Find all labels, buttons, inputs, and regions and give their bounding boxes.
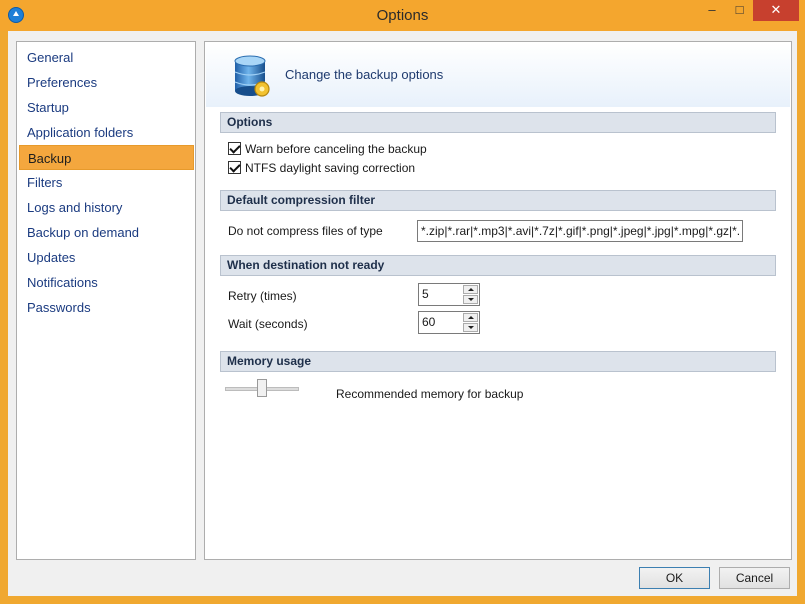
title-bar[interactable]: Options – □ ✕ — [0, 0, 805, 31]
section-memory: Memory usage — [220, 351, 776, 372]
retry-value[interactable]: 5 — [422, 287, 429, 301]
panel-title: Change the backup options — [285, 67, 444, 82]
sidebar-item-logs-and-history[interactable]: Logs and history — [19, 195, 194, 220]
warn-cancel-label: Warn before canceling the backup — [245, 142, 427, 156]
sidebar-item-startup[interactable]: Startup — [19, 95, 194, 120]
memory-slider[interactable] — [225, 378, 337, 402]
warn-cancel-checkbox-row[interactable]: Warn before canceling the backup — [228, 141, 427, 159]
memory-slider-label: Recommended memory for backup — [336, 387, 524, 401]
backup-options-panel: Change the backup options Options Warn b… — [204, 41, 792, 560]
options-window: Options – □ ✕ General Preferences Startu… — [0, 0, 805, 604]
sidebar-item-backup[interactable]: Backup — [19, 145, 194, 170]
close-button[interactable]: ✕ — [753, 0, 799, 21]
retry-increment-button[interactable] — [463, 285, 478, 294]
warn-cancel-checkbox[interactable] — [228, 142, 241, 155]
retry-stepper-buttons — [463, 285, 478, 304]
sidebar-item-notifications[interactable]: Notifications — [19, 270, 194, 295]
wait-label: Wait (seconds) — [228, 317, 308, 331]
retry-stepper[interactable]: 5 — [418, 283, 480, 306]
dialog-client: General Preferences Startup Application … — [8, 31, 797, 596]
compression-types-input[interactable]: *.zip|*.rar|*.mp3|*.avi|*.7z|*.gif|*.png… — [417, 220, 743, 242]
sidebar-item-general[interactable]: General — [19, 45, 194, 70]
panel-header: Change the backup options — [206, 43, 790, 107]
ntfs-dst-label: NTFS daylight saving correction — [245, 161, 416, 175]
ntfs-dst-checkbox[interactable] — [228, 161, 241, 174]
wait-stepper-buttons — [463, 313, 478, 332]
wait-stepper[interactable]: 60 — [418, 311, 480, 334]
ok-button[interactable]: OK — [639, 567, 710, 589]
sidebar-item-backup-on-demand[interactable]: Backup on demand — [19, 220, 194, 245]
wait-decrement-button[interactable] — [463, 323, 478, 332]
section-options: Options — [220, 112, 776, 133]
window-title: Options — [376, 7, 429, 24]
sidebar-item-filters[interactable]: Filters — [19, 170, 194, 195]
sidebar-item-application-folders[interactable]: Application folders — [19, 120, 194, 145]
sidebar-item-preferences[interactable]: Preferences — [19, 70, 194, 95]
database-gear-icon — [234, 55, 270, 97]
retry-decrement-button[interactable] — [463, 295, 478, 304]
minimize-button[interactable]: – — [698, 0, 726, 21]
section-destination: When destination not ready — [220, 255, 776, 276]
wait-value[interactable]: 60 — [422, 315, 435, 329]
section-compression: Default compression filter — [220, 190, 776, 211]
options-sidebar: General Preferences Startup Application … — [16, 41, 196, 560]
cancel-button[interactable]: Cancel — [719, 567, 790, 589]
wait-increment-button[interactable] — [463, 313, 478, 322]
sidebar-item-updates[interactable]: Updates — [19, 245, 194, 270]
compression-label: Do not compress files of type — [228, 224, 383, 238]
sidebar-item-passwords[interactable]: Passwords — [19, 295, 194, 320]
retry-label: Retry (times) — [228, 289, 297, 303]
memory-slider-thumb[interactable] — [257, 379, 267, 397]
ntfs-dst-checkbox-row[interactable]: NTFS daylight saving correction — [228, 160, 415, 178]
maximize-button[interactable]: □ — [726, 0, 753, 21]
